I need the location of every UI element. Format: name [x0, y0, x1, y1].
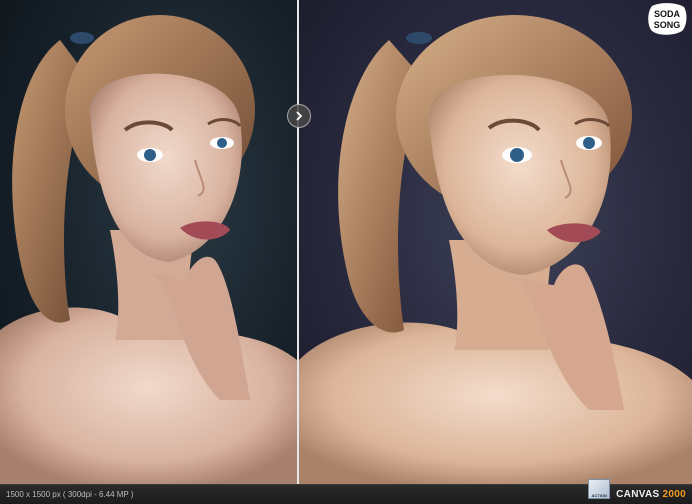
product-box-label: ACTION — [591, 493, 606, 498]
product-box-icon: ACTION — [588, 479, 610, 499]
original-photo — [0, 0, 297, 484]
before-after-viewer: SODA SONG — [0, 0, 692, 504]
sodasong-logo: SODA SONG — [646, 2, 688, 36]
logo-line1: SODA — [654, 9, 681, 19]
footer-bar: 1500 x 1500 px ( 300dpi - 6.44 MP ) ACTI… — [0, 484, 692, 504]
logo-line2: SONG — [654, 20, 681, 30]
chevron-right-icon — [294, 111, 304, 121]
after-image — [299, 0, 692, 484]
painted-photo — [299, 0, 692, 484]
product-name: CANVAS 2000 — [616, 489, 686, 500]
product-name-word: CANVAS — [616, 489, 659, 500]
compare-arrow-button[interactable] — [287, 104, 311, 128]
product-name-number: 2000 — [663, 489, 686, 500]
before-image — [0, 0, 297, 484]
image-info-text: 1500 x 1500 px ( 300dpi - 6.44 MP ) — [6, 490, 588, 499]
